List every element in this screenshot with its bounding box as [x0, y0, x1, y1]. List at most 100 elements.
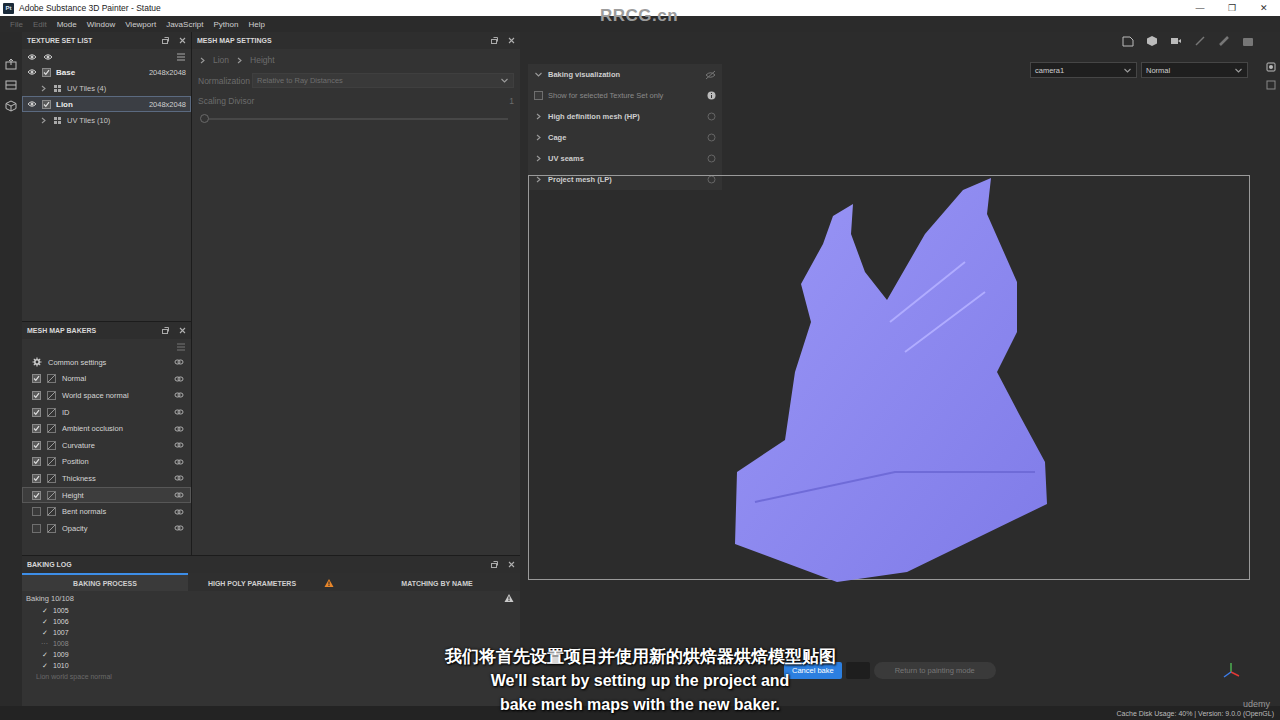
close-icon[interactable]: [178, 36, 187, 45]
link-icon[interactable]: [174, 390, 184, 400]
expand-chevron-icon[interactable]: [534, 154, 543, 163]
float-icon[interactable]: [490, 36, 499, 45]
video-camera-icon[interactable]: [1170, 35, 1182, 47]
window-control[interactable]: —: [1184, 3, 1216, 13]
menu-item[interactable]: Window: [82, 20, 120, 29]
link-icon[interactable]: [174, 440, 184, 450]
visualization-section[interactable]: High definition mesh (HP): [528, 106, 722, 127]
baker-row[interactable]: Curvature: [22, 437, 191, 454]
checkbox[interactable]: [32, 491, 41, 500]
checkbox[interactable]: [32, 507, 41, 516]
visualization-section[interactable]: UV seams: [528, 148, 722, 169]
common-settings-row[interactable]: Common settings: [22, 354, 191, 371]
menu-item[interactable]: Edit: [28, 20, 52, 29]
uv-tiles-row[interactable]: UV Tiles (4): [22, 80, 191, 96]
cube-icon[interactable]: [5, 100, 17, 112]
camera-view-icon[interactable]: [1122, 35, 1134, 47]
breadcrumb-item[interactable]: Lion: [213, 55, 229, 65]
checkbox[interactable]: [32, 524, 41, 533]
link-icon[interactable]: [174, 507, 184, 517]
close-icon[interactable]: [507, 560, 516, 569]
checkbox[interactable]: [42, 100, 51, 109]
breadcrumb-item[interactable]: Height: [250, 55, 275, 65]
uv-tiles-row[interactable]: UV Tiles (10): [22, 112, 191, 128]
export-icon[interactable]: [5, 58, 17, 70]
visibility-toggle-icon[interactable]: [707, 175, 716, 184]
float-icon[interactable]: [161, 326, 170, 335]
checkbox[interactable]: [32, 408, 41, 417]
close-icon[interactable]: [507, 36, 516, 45]
expand-chevron-icon[interactable]: [534, 133, 543, 142]
texture-set-row[interactable]: Lion2048x2048: [22, 96, 191, 112]
menu-item[interactable]: File: [5, 20, 28, 29]
visualization-section[interactable]: Cage: [528, 127, 722, 148]
checkbox[interactable]: [32, 424, 41, 433]
channel-dropdown[interactable]: Normal: [1141, 62, 1248, 78]
baking-log-tab[interactable]: MATCHING BY NAME: [354, 573, 520, 591]
link-icon[interactable]: [174, 490, 184, 500]
link-icon[interactable]: [174, 374, 184, 384]
link-icon[interactable]: [174, 457, 184, 467]
expand-chevron-icon[interactable]: [534, 70, 543, 79]
stroke-icon[interactable]: [1194, 35, 1206, 47]
expand-chevron-icon[interactable]: [534, 175, 543, 184]
visibility-eye-icon[interactable]: [27, 99, 37, 109]
menu-item[interactable]: Help: [243, 20, 269, 29]
window-control[interactable]: ✕: [1248, 3, 1280, 13]
link-icon[interactable]: [174, 523, 184, 533]
baker-row[interactable]: ID: [22, 404, 191, 421]
texture-set-row[interactable]: Base2048x2048: [22, 64, 191, 80]
baker-row[interactable]: Thickness: [22, 470, 191, 487]
viewport[interactable]: Baking visualizationShow for selected Te…: [520, 32, 1280, 706]
window-control[interactable]: ❐: [1216, 3, 1248, 13]
settings-icon[interactable]: [1266, 80, 1276, 90]
checkbox[interactable]: [32, 391, 41, 400]
baker-row[interactable]: Normal: [22, 371, 191, 388]
display-icon[interactable]: [1266, 62, 1276, 72]
visibility-eye-icon[interactable]: [27, 67, 37, 77]
show-selected-row[interactable]: Show for selected Texture Set only: [528, 85, 722, 106]
baker-row[interactable]: Bent normals: [22, 503, 191, 520]
expand-chevron-icon[interactable]: [39, 116, 48, 125]
eye-icon[interactable]: [43, 52, 53, 62]
baker-row[interactable]: World space normal: [22, 387, 191, 404]
scaling-divisor-value[interactable]: 1: [509, 96, 514, 106]
menu-item[interactable]: JavaScript: [161, 20, 208, 29]
link-icon[interactable]: [174, 473, 184, 483]
baker-row[interactable]: Opacity: [22, 520, 191, 537]
object-icon[interactable]: [1146, 35, 1158, 47]
hide-icon[interactable]: [27, 52, 37, 62]
visibility-toggle-icon[interactable]: [707, 112, 716, 121]
checkbox[interactable]: [32, 474, 41, 483]
close-icon[interactable]: [178, 326, 187, 335]
scaling-divisor-slider[interactable]: [204, 118, 508, 120]
baker-row[interactable]: Ambient occlusion: [22, 420, 191, 437]
float-icon[interactable]: [161, 36, 170, 45]
menu-item[interactable]: Python: [209, 20, 244, 29]
baking-log-tab[interactable]: HIGH POLY PARAMETERS: [188, 573, 354, 591]
baker-row[interactable]: Height: [22, 487, 191, 504]
slider-handle[interactable]: [200, 114, 209, 123]
brush-icon[interactable]: [1218, 35, 1230, 47]
baking-log-tab[interactable]: BAKING PROCESS: [22, 573, 188, 591]
link-icon[interactable]: [174, 424, 184, 434]
float-icon[interactable]: [490, 560, 499, 569]
expand-chevron-icon[interactable]: [534, 112, 543, 121]
link-icon[interactable]: [174, 407, 184, 417]
visibility-toggle-icon[interactable]: [707, 154, 716, 163]
shelf-icon[interactable]: [5, 79, 17, 91]
hide-visualization-icon[interactable]: [705, 70, 716, 80]
baker-row[interactable]: Position: [22, 454, 191, 471]
visualization-header[interactable]: Baking visualization: [528, 64, 722, 85]
expand-chevron-icon[interactable]: [39, 84, 48, 93]
info-icon[interactable]: [707, 91, 716, 100]
bake-options-icon[interactable]: [846, 662, 870, 679]
visibility-toggle-icon[interactable]: [707, 133, 716, 142]
menu-item[interactable]: Viewport: [120, 20, 161, 29]
cancel-bake-button[interactable]: Cancel bake: [784, 662, 842, 679]
checkbox[interactable]: [534, 91, 543, 100]
menu-icon[interactable]: [176, 52, 186, 62]
normalization-dropdown[interactable]: Relative to Ray Distances: [252, 73, 514, 88]
list-icon[interactable]: [176, 342, 186, 352]
checkbox[interactable]: [32, 457, 41, 466]
